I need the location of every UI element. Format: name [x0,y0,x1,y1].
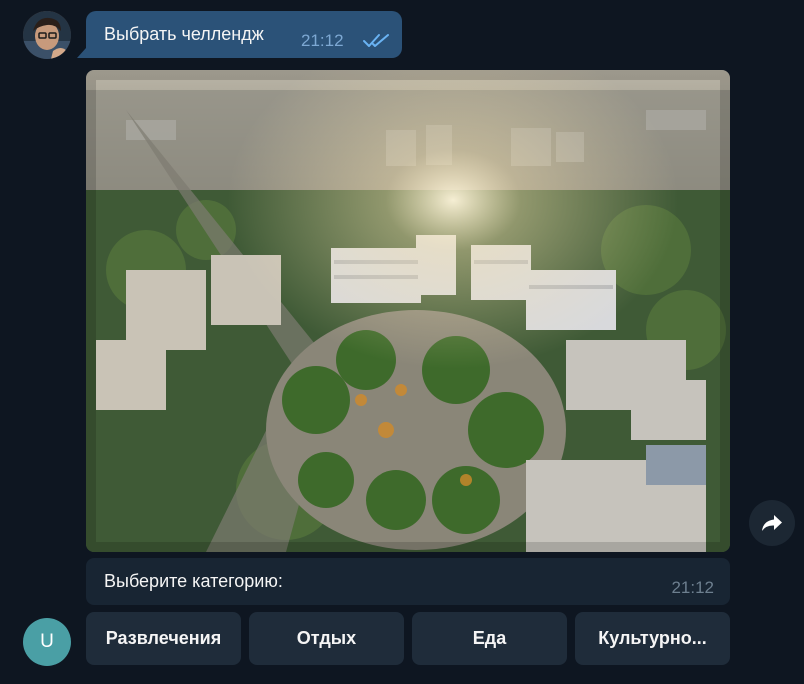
user-avatar-photo [23,11,71,59]
bubble-tail [77,48,86,58]
incoming-message[interactable]: Выберите категорию: 21:12 [86,558,730,605]
outgoing-message[interactable]: Выбрать челлендж 21:12 [77,11,402,58]
forward-arrow-icon [762,515,782,531]
message-text: Выбрать челлендж [104,24,264,44]
chat-window: Выбрать челлендж 21:12 Выберите категори… [0,0,804,684]
forward-button[interactable] [749,500,795,546]
category-button-rest[interactable]: Отдых [249,612,404,665]
category-button-entertainment[interactable]: Развлечения [86,612,241,665]
photo-message[interactable] [86,70,730,552]
double-check-icon [363,34,389,47]
category-button-food[interactable]: Еда [412,612,567,665]
aerial-city-photo [86,70,730,552]
message-text: Выберите категорию: [104,571,283,591]
category-button-cultural[interactable]: Культурно... [575,612,730,665]
user-avatar[interactable] [23,11,71,59]
bot-avatar[interactable]: U [23,618,71,666]
message-time: 21:12 [301,31,344,50]
message-time: 21:12 [671,578,714,597]
inline-keyboard: Развлечения Отдых Еда Культурно... [86,612,730,665]
